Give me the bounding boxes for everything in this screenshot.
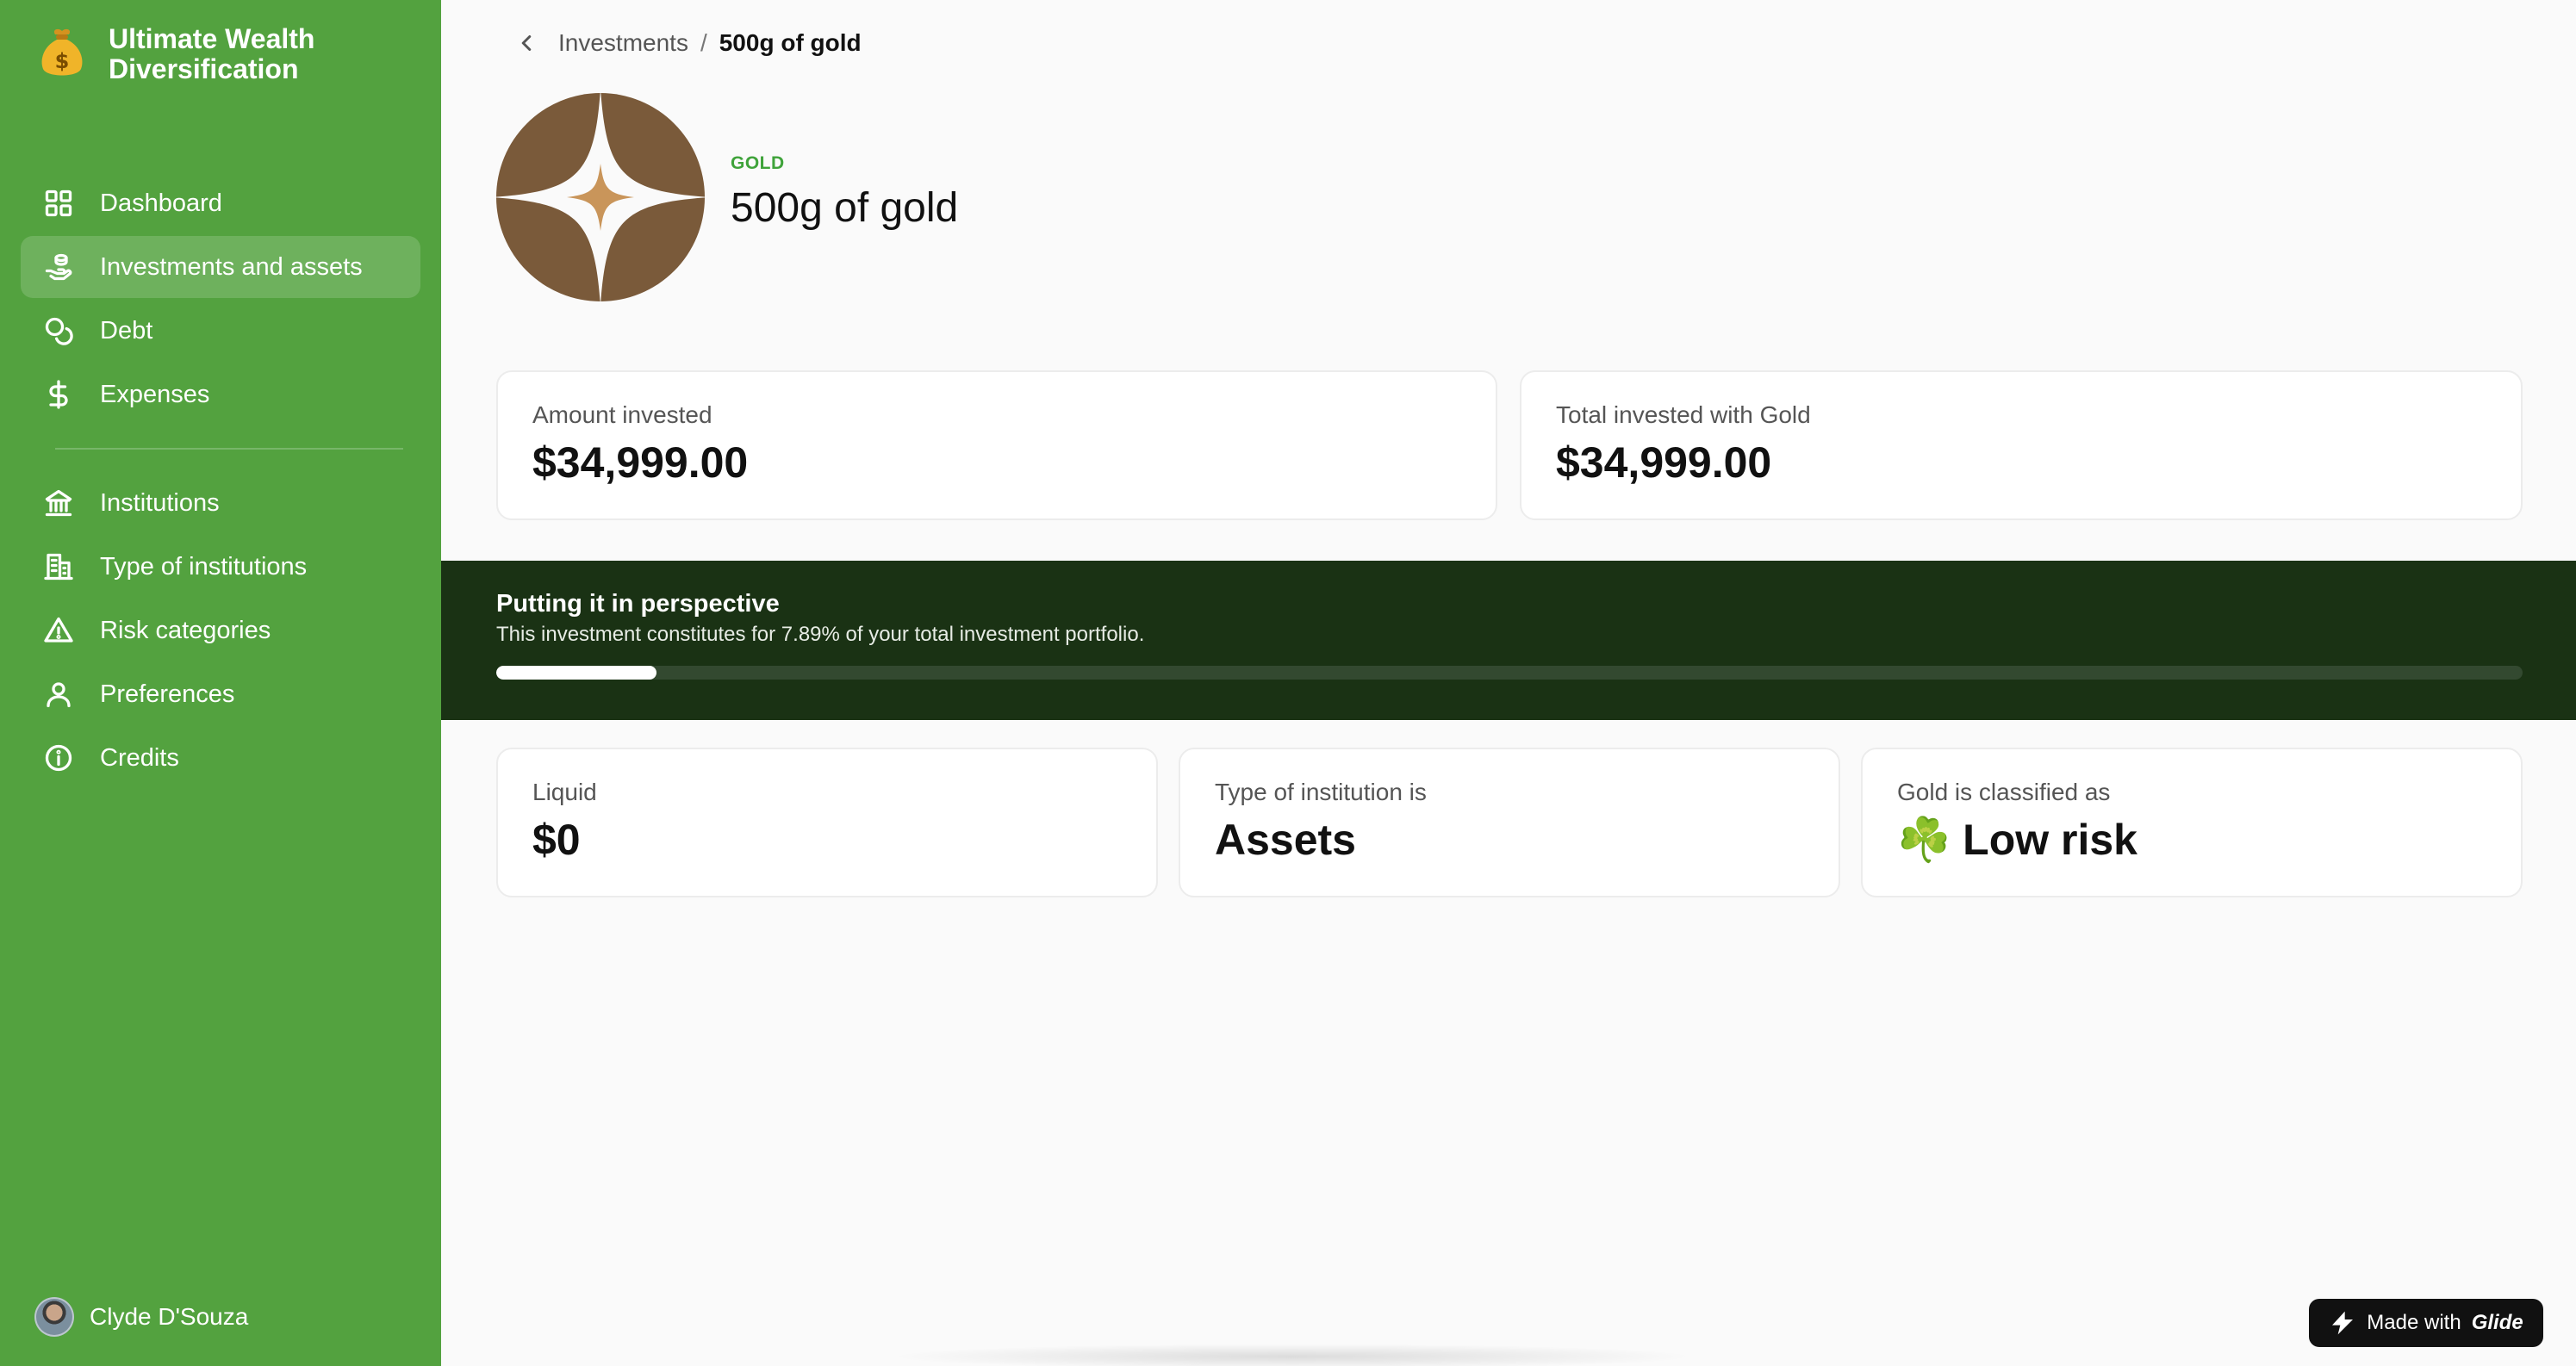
back-button[interactable]: [513, 30, 539, 56]
risk-card: Gold is classified as ☘️ Low risk: [1861, 748, 2523, 897]
hero-text: GOLD 500g of gold: [731, 153, 958, 232]
building-icon: [41, 550, 76, 584]
bank-icon: [41, 486, 76, 520]
breadcrumb: Investments / 500g of gold: [513, 29, 862, 57]
sidebar-item-expenses[interactable]: Expenses: [21, 363, 420, 425]
amount-invested-card: Amount invested $34,999.00: [496, 370, 1497, 520]
sidebar-item-risk-categories[interactable]: Risk categories: [21, 599, 420, 661]
sidebar-item-debt[interactable]: Debt: [21, 300, 420, 362]
dollar-icon: [41, 377, 76, 412]
breadcrumb-separator: /: [700, 29, 707, 56]
card-value: $0: [532, 816, 581, 864]
sidebar-item-label: Preferences: [100, 680, 235, 708]
svg-text:$: $: [55, 49, 70, 73]
sidebar-item-label: Investments and assets: [100, 252, 363, 281]
sidebar-nav: Dashboard Investments and assets Debt Ex…: [21, 172, 420, 791]
badge-prefix: Made with: [2367, 1311, 2461, 1334]
card-label: Gold is classified as: [1897, 779, 2111, 805]
warning-icon: [41, 613, 76, 648]
card-value: $34,999.00: [1556, 438, 1772, 487]
app-window: $ Ultimate Wealth Diversification Dashbo…: [0, 0, 2576, 1366]
card-value: $34,999.00: [532, 438, 749, 487]
sidebar-item-investments[interactable]: Investments and assets: [21, 236, 420, 298]
sidebar-item-label: Risk categories: [100, 616, 271, 644]
info-icon: [41, 741, 76, 775]
perspective-title: Putting it in perspective: [496, 590, 780, 618]
perspective-subtitle: This investment constitutes for 7.89% of…: [496, 623, 1145, 646]
sidebar-item-label: Institutions: [100, 488, 220, 517]
user-profile[interactable]: Clyde D'Souza: [34, 1297, 248, 1337]
money-bag-icon: $: [34, 26, 90, 81]
glide-logo-icon: [2332, 1311, 2354, 1335]
card-value: ☘️ Low risk: [1897, 816, 2137, 864]
sidebar-item-label: Dashboard: [100, 189, 222, 217]
sidebar-item-dashboard[interactable]: Dashboard: [21, 172, 420, 234]
breadcrumb-current: 500g of gold: [719, 29, 862, 56]
card-label: Type of institution is: [1215, 779, 1427, 805]
institution-type-card: Type of institution is Assets: [1179, 748, 1840, 897]
card-value: Assets: [1215, 816, 1356, 864]
user-icon: [41, 677, 76, 711]
sidebar-item-preferences[interactable]: Preferences: [21, 663, 420, 725]
main-content: Investments / 500g of gold GOLD 500g of …: [441, 0, 2576, 1366]
sidebar-item-type-of-institutions[interactable]: Type of institutions: [21, 536, 420, 598]
badge-brand: Glide: [2471, 1311, 2523, 1334]
sidebar-item-label: Expenses: [100, 380, 210, 408]
coins-hand-icon: [41, 250, 76, 284]
card-label: Amount invested: [532, 401, 712, 428]
user-name: Clyde D'Souza: [90, 1303, 249, 1330]
coins-icon: [41, 314, 76, 348]
sidebar-item-label: Credits: [100, 743, 179, 772]
sidebar: $ Ultimate Wealth Diversification Dashbo…: [0, 0, 441, 1366]
sidebar-item-institutions[interactable]: Institutions: [21, 472, 420, 534]
sidebar-item-label: Type of institutions: [100, 552, 308, 581]
card-label: Liquid: [532, 779, 597, 805]
avatar: [34, 1297, 74, 1337]
card-label: Total invested with Gold: [1556, 401, 1811, 428]
page-title: 500g of gold: [731, 185, 959, 231]
made-with-glide-badge[interactable]: Made with Glide: [2309, 1299, 2543, 1347]
sidebar-item-label: Debt: [100, 316, 153, 345]
sidebar-item-credits[interactable]: Credits: [21, 727, 420, 789]
app-title: Ultimate Wealth Diversification: [109, 23, 315, 84]
brand[interactable]: $ Ultimate Wealth Diversification: [34, 24, 384, 84]
sidebar-divider: [55, 448, 403, 450]
liquid-card: Liquid $0: [496, 748, 1158, 897]
progress-fill: [496, 666, 656, 680]
gold-icon: [492, 89, 709, 306]
portfolio-progress-bar: [496, 666, 2523, 680]
chevron-left-icon: [521, 35, 532, 51]
scroll-shadow: [887, 1344, 1697, 1366]
grid-icon: [41, 186, 76, 220]
perspective-banner: Putting it in perspective This investmen…: [441, 561, 2576, 720]
category-overline: GOLD: [731, 153, 785, 173]
breadcrumb-parent-link[interactable]: Investments: [558, 29, 688, 57]
total-invested-card: Total invested with Gold $34,999.00: [1520, 370, 2523, 520]
